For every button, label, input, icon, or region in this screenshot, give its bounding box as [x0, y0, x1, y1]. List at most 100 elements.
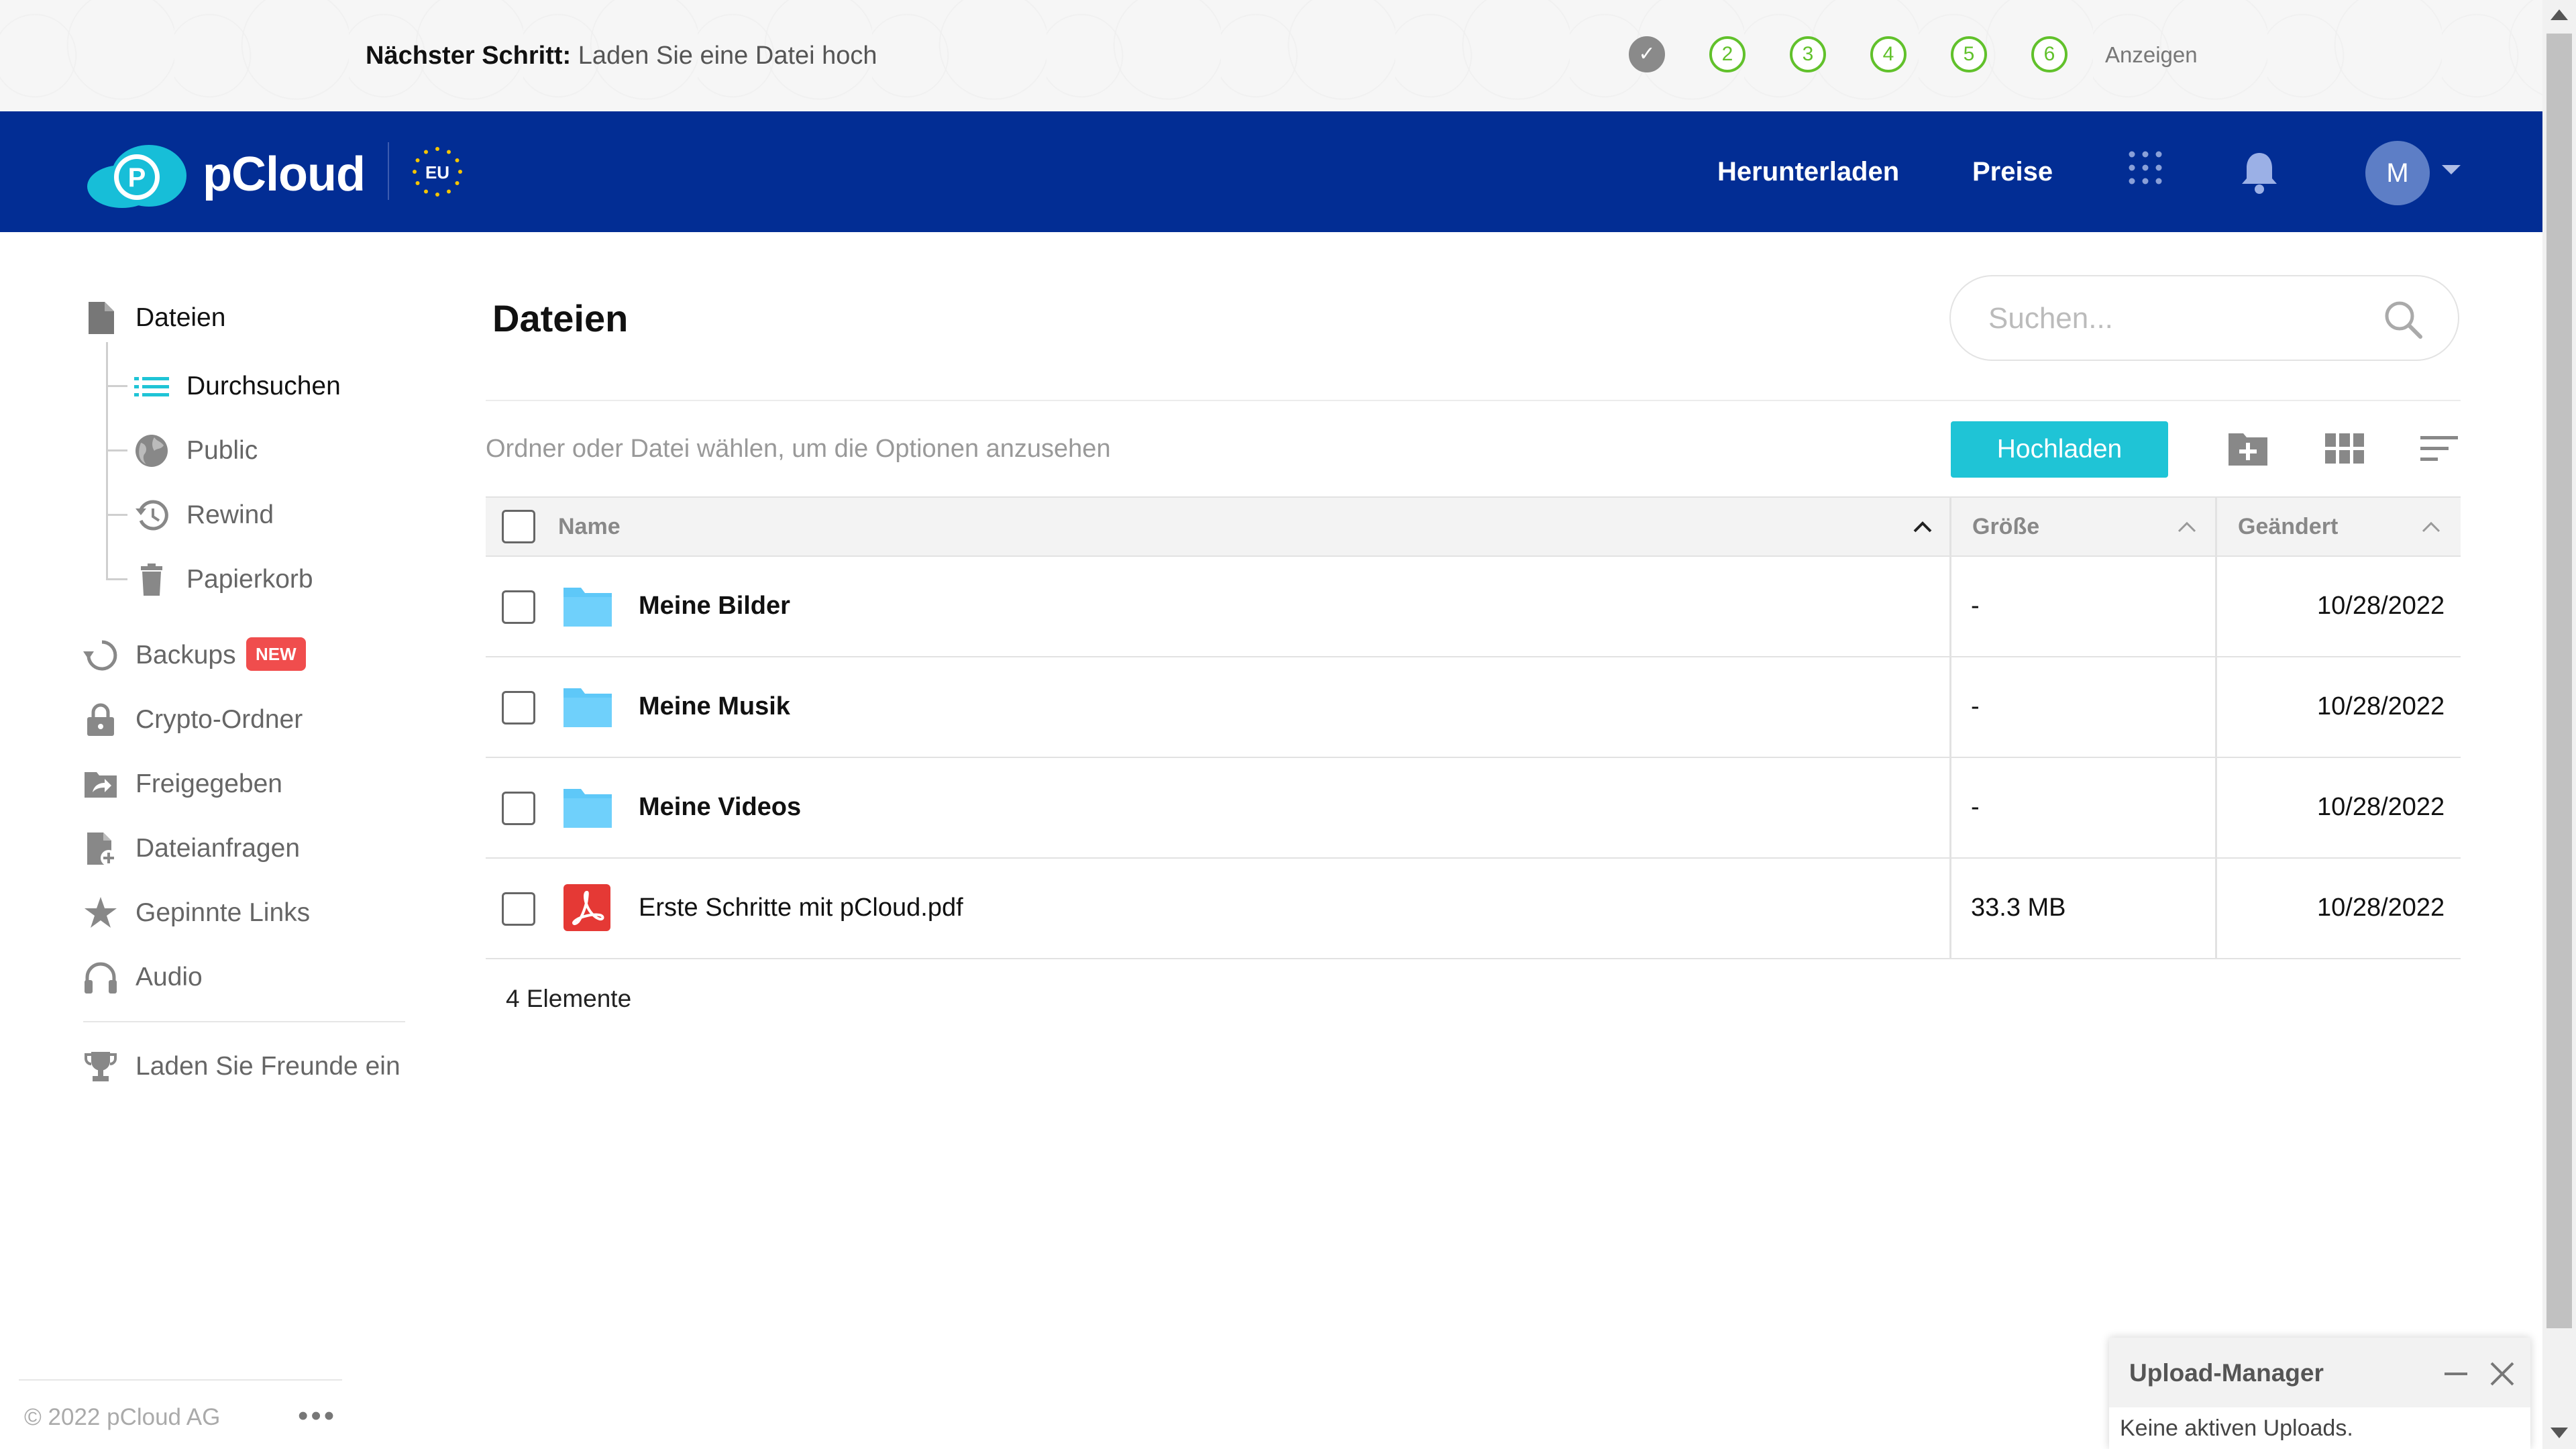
file-icon [89, 302, 114, 334]
step-5[interactable]: 5 [1951, 36, 1987, 72]
sidebar-item-trash[interactable]: Papierkorb [134, 559, 376, 600]
tree-branch [106, 514, 127, 516]
account-dropdown-icon[interactable] [2442, 165, 2461, 174]
file-modified: 10/28/2022 [2317, 793, 2445, 821]
trash-icon [141, 564, 162, 596]
footer-divider [19, 1379, 342, 1381]
sidebar-item-file-requests[interactable]: Dateianfragen [83, 828, 352, 869]
sidebar-item-audio[interactable]: Audio [83, 957, 352, 998]
list-icon [134, 377, 169, 396]
upload-manager-panel: Upload-Manager Keine aktiven Uploads. [2109, 1338, 2530, 1449]
sidebar-item-public[interactable]: Public [134, 431, 376, 471]
file-size: - [1971, 793, 1980, 821]
new-folder-icon[interactable] [2226, 427, 2270, 471]
download-link[interactable]: Herunterladen [1717, 153, 1899, 191]
file-size: - [1971, 692, 1980, 720]
row-checkbox[interactable] [502, 792, 535, 825]
sidebar-item-shared[interactable]: Freigegeben [83, 764, 352, 804]
row-checkbox[interactable] [502, 691, 535, 724]
sort-icon[interactable] [2418, 427, 2462, 471]
brand-name[interactable]: pCloud [203, 146, 366, 203]
logo-divider [388, 142, 389, 200]
page-title: Dateien [492, 297, 629, 339]
svg-text:P: P [128, 163, 146, 193]
row-checkbox[interactable] [502, 892, 535, 926]
globe-icon [136, 435, 168, 467]
close-icon[interactable] [2487, 1359, 2517, 1389]
column-header-size[interactable]: Größe [1972, 496, 2039, 557]
file-name[interactable]: Meine Musik [639, 690, 790, 723]
search-icon[interactable] [2383, 299, 2423, 339]
svg-text:EU: EU [425, 162, 449, 182]
apps-grid-icon[interactable] [2127, 149, 2164, 186]
sidebar-item-pinned-links[interactable]: Gepinnte Links [83, 893, 352, 933]
minimize-icon[interactable] [2445, 1373, 2467, 1375]
file-name[interactable]: Meine Bilder [639, 589, 790, 623]
upload-manager-status: Keine aktiven Uploads. [2120, 1415, 2353, 1441]
sort-size-chevron-up-icon[interactable] [2176, 517, 2198, 538]
step-3[interactable]: 3 [1790, 36, 1826, 72]
file-modified: 10/28/2022 [2317, 894, 2445, 922]
step-6[interactable]: 6 [2031, 36, 2068, 72]
more-options-icon[interactable]: ••• [298, 1401, 337, 1432]
lock-icon [87, 703, 114, 736]
selection-hint: Ordner oder Datei wählen, um die Optione… [486, 435, 1111, 463]
history-icon [136, 500, 168, 531]
sort-modified-chevron-up-icon[interactable] [2420, 517, 2442, 538]
grid-view-icon[interactable] [2322, 427, 2367, 471]
tree-line [106, 342, 108, 580]
tree-branch [106, 449, 127, 451]
tree-branch [106, 385, 127, 387]
scrollbar-thumb[interactable] [2546, 34, 2572, 1328]
file-size: - [1971, 592, 1980, 620]
file-name[interactable]: Erste Schritte mit pCloud.pdf [639, 891, 963, 924]
sort-name-chevron-up-icon[interactable] [1912, 517, 1933, 538]
row-checkbox[interactable] [502, 590, 535, 624]
scroll-down-arrow-icon[interactable] [2551, 1428, 2568, 1438]
user-avatar[interactable]: M [2365, 141, 2430, 205]
search-input[interactable] [1987, 298, 2365, 339]
headphones-icon [85, 962, 117, 994]
next-step-text: Nächster Schritt: Laden Sie eine Datei h… [366, 42, 877, 70]
folder-icon [564, 588, 612, 627]
sidebar-item-crypto[interactable]: Crypto-Ordner [83, 700, 352, 740]
search-box[interactable] [1949, 275, 2459, 361]
sidebar-item-invite[interactable]: Laden Sie Freunde ein [83, 1046, 419, 1087]
sidebar-item-files[interactable]: Dateien [83, 298, 284, 338]
star-icon [85, 897, 117, 928]
file-modified: 10/28/2022 [2317, 592, 2445, 620]
copyright-text: © 2022 pCloud AG [24, 1404, 221, 1430]
column-header-name[interactable]: Name [558, 496, 621, 557]
scroll-up-arrow-icon[interactable] [2551, 9, 2568, 20]
tree-branch [106, 578, 127, 580]
folder-icon [564, 688, 612, 727]
pricing-link[interactable]: Preise [1972, 153, 2053, 191]
step-4[interactable]: 4 [1870, 36, 1907, 72]
step-1-done-icon[interactable]: ✓ [1629, 36, 1665, 72]
file-request-icon [87, 833, 117, 866]
shared-folder-icon [85, 772, 117, 798]
upload-button[interactable]: Hochladen [1951, 421, 2168, 478]
eu-flag-icon: EU [413, 147, 462, 197]
pcloud-logo-icon[interactable]: P [83, 142, 191, 209]
pdf-file-icon [564, 884, 610, 931]
select-all-checkbox[interactable] [502, 510, 535, 543]
sidebar-item-browse[interactable]: Durchsuchen [134, 366, 376, 407]
file-size: 33.3 MB [1971, 894, 2066, 922]
upload-manager-title: Upload-Manager [2129, 1359, 2324, 1387]
column-header-modified[interactable]: Geändert [2238, 496, 2338, 557]
sidebar-item-rewind[interactable]: Rewind [134, 495, 376, 535]
file-modified: 10/28/2022 [2317, 692, 2445, 720]
backup-icon [83, 640, 117, 671]
trophy-icon [85, 1052, 117, 1081]
notification-bell-icon[interactable] [2238, 149, 2281, 195]
item-count: 4 Elemente [506, 985, 632, 1012]
step-2[interactable]: 2 [1709, 36, 1746, 72]
table-header [486, 496, 2461, 557]
show-steps-link[interactable]: Anzeigen [2105, 40, 2198, 70]
file-name[interactable]: Meine Videos [639, 790, 801, 824]
folder-icon [564, 789, 612, 828]
sidebar-divider [83, 1021, 405, 1022]
toolbar-divider [486, 400, 2461, 401]
new-badge: NEW [246, 637, 306, 671]
